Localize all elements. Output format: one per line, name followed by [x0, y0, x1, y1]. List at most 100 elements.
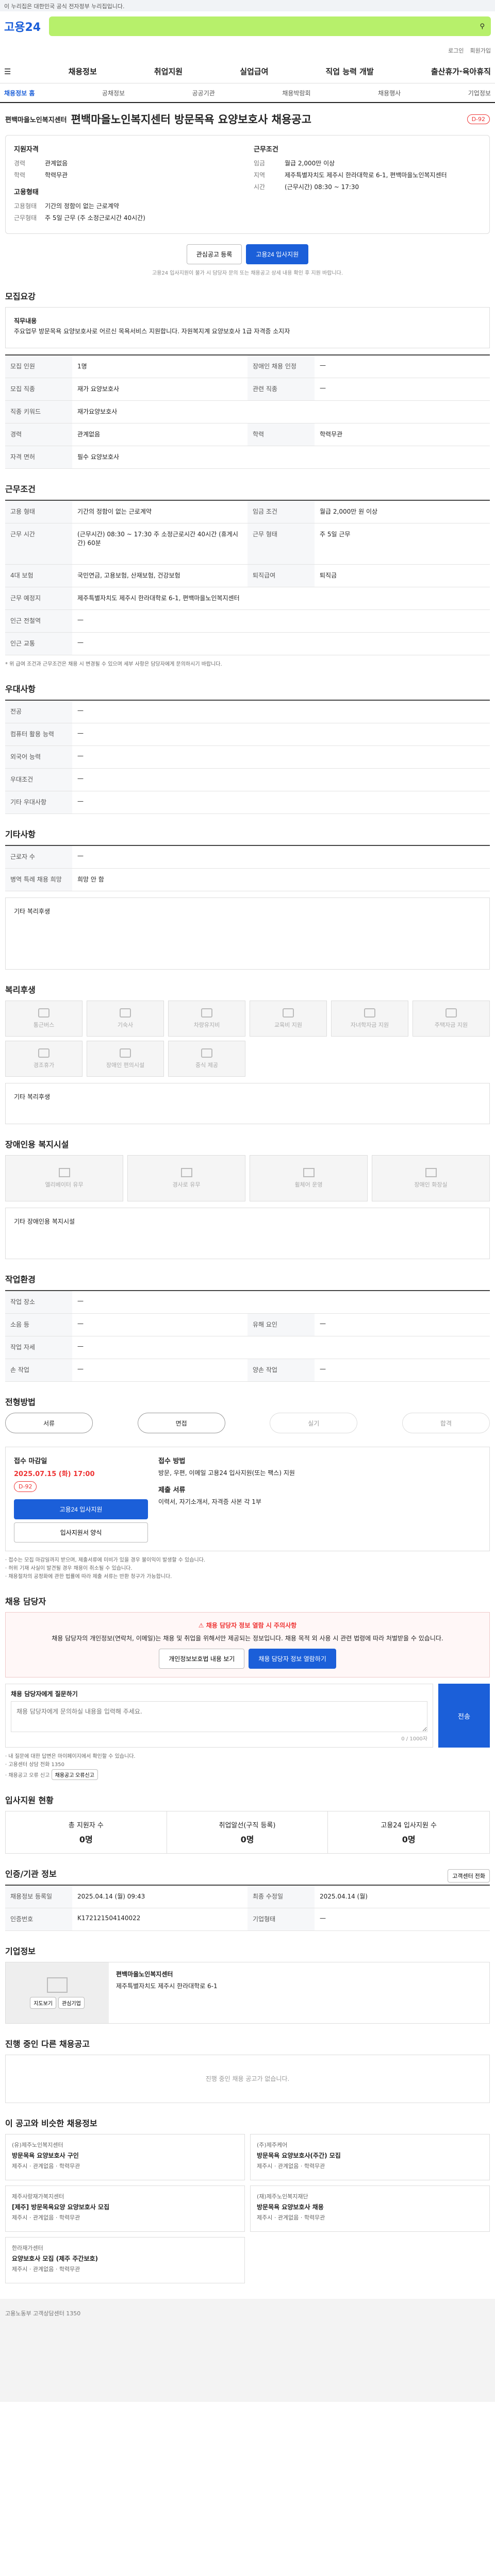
summary-heading: 근무조건 — [254, 146, 278, 154]
privacy-law-button[interactable]: 개인정보보호법 내용 보기 — [159, 1649, 245, 1669]
bus-icon — [38, 1008, 50, 1018]
disability-label: 휠체어 운영 — [294, 1181, 323, 1188]
view-manager-button[interactable]: 채용 담당자 정보 열람하기 — [249, 1649, 336, 1669]
search-icon[interactable]: ⚲ — [480, 23, 485, 30]
table-row: 인근 전철역 — — [5, 610, 490, 633]
gnb-item-unemployment[interactable]: 실업급여 — [240, 66, 268, 77]
company-name-text[interactable]: 편백마을노인복지센터 — [116, 1970, 482, 1978]
recommend-card[interactable]: 제주사랑재가복지센터 [제주] 방문목욕요양 요양보호사 모집 제주시 · 관계없음… — [5, 2185, 245, 2232]
gov-notice: 이 누리집은 대한민국 공식 전자정부 누리집입니다. — [0, 0, 495, 11]
condition-note: * 위 급여 조건과 근무조건은 채용 시 변경될 수 있으며 세부 사항은 담… — [5, 662, 222, 667]
apply-left: 접수 마감일 2025.07.15 (화) 17:00 D-92 고용24 입사… — [14, 1455, 148, 1543]
apply-button[interactable]: 고용24 입사지원 — [14, 1499, 148, 1519]
environment-table: 작업 장소 — 소음 등 — 유해 요인 — 작업 자세 — 손 작업 — 양손 작업 — — [5, 1290, 490, 1382]
disability-label: 엘리베이터 유무 — [45, 1181, 84, 1188]
gnb-item-jobs[interactable]: 채용정보 — [69, 66, 97, 77]
table-cell: — — [77, 1320, 84, 1327]
table-cell: — — [77, 852, 84, 859]
logo[interactable]: 고용24 — [4, 18, 41, 35]
condition-section: 근무조건 고용 형태 기간의 정함이 없는 근로계약 임금 조건 월급 2,000만 … — [5, 482, 490, 669]
table-cell: — — [77, 775, 84, 782]
recommend-section: 이 공고와 비슷한 채용정보 (유)제주노인복지센터 방문목욕 요양보호사 구인 제… — [5, 2116, 490, 2283]
table-header: 장애인 채용 인정 — [248, 355, 315, 378]
map-button[interactable]: 지도보기 — [30, 1996, 56, 2009]
welfare-item: 자녀학자금 지원 — [331, 1001, 408, 1037]
call-center-button[interactable]: 고객센터 전화 — [448, 1869, 490, 1883]
table-cell: — — [77, 1297, 84, 1304]
section-title: 기타사항 — [5, 829, 36, 839]
inquiry-notes: · 내 질문에 대한 답변은 마이페이지에서 확인할 수 있습니다. · 고용센… — [5, 1753, 490, 1780]
inquiry-textarea[interactable] — [11, 1701, 427, 1732]
subnav-item-event[interactable]: 채용행사 — [378, 89, 401, 97]
table-row: 4대 보험 국민연금, 고용보험, 산재보험, 건강보험 퇴직급여 퇴직금 — [5, 565, 490, 587]
subnav-item-fair[interactable]: 채용박람회 — [282, 89, 310, 97]
report-button[interactable]: 채용공고 오류신고 — [51, 1769, 98, 1780]
step-document: 서류 — [5, 1413, 93, 1433]
subnav-item-institution[interactable]: 공공기관 — [192, 89, 215, 97]
note-line: · 내 질문에 대한 답변은 마이페이지에서 확인할 수 있습니다. — [5, 1754, 136, 1759]
summary-key: 근무형태 — [14, 214, 37, 222]
section-title: 진행 중인 다른 채용공고 — [5, 2039, 90, 2049]
summary-value: 제주특별자치도 제주시 한라대학로 6-1, 편백마을노인복지센터 — [285, 172, 447, 179]
subnav-item-public[interactable]: 공채정보 — [102, 89, 125, 97]
send-button[interactable]: 전송 — [438, 1684, 490, 1748]
welfare-label: 통근버스 — [33, 1022, 55, 1028]
section-title: 작업환경 — [5, 1275, 36, 1284]
signup-link[interactable]: 회원가입 — [470, 46, 491, 55]
search-input[interactable] — [55, 22, 480, 30]
gnb-item-leave[interactable]: 출산휴가·육아휴직 — [431, 66, 491, 77]
stat-value: 0명 — [240, 1835, 254, 1844]
table-row: 병역 특례 채용 희망 희망 안 함 — [5, 869, 490, 891]
note-line: · 허위 기재 사실이 발견될 경우 채용이 취소될 수 있습니다. — [5, 1566, 133, 1571]
table-cell: — — [77, 707, 84, 714]
restroom-icon — [425, 1168, 437, 1177]
section-title: 모집요강 — [5, 292, 36, 301]
summary-value: 월급 2,000만 이상 — [285, 160, 335, 167]
recommend-meta: 제주시 · 관계없음 · 학력무관 — [257, 2214, 325, 2221]
meal-icon — [201, 1048, 212, 1058]
recommend-card[interactable]: (주)제주케어 방문목욕 요양보호사(주간) 모집 제주시 · 관계없음 · 학력무… — [250, 2134, 490, 2180]
table-row: 근로자 수 — — [5, 846, 490, 869]
etc-box: 기타 복리후생 — [5, 897, 490, 970]
recommend-card[interactable]: (유)제주노인복지센터 방문목욕 요양보호사 구인 제주시 · 관계없음 · 학력무… — [5, 2134, 245, 2180]
company-name[interactable]: 편백마을노인복지센터 — [5, 114, 67, 124]
gnb-item-training[interactable]: 직업 능력 개발 — [326, 66, 374, 77]
table-row: 근무 예정지 제주특별자치도 제주시 한라대학로 6-1, 편백마을노인복지센터 — [5, 587, 490, 610]
wheelchair-icon — [120, 1048, 131, 1058]
summary-heading: 고용형태 — [14, 189, 39, 196]
summary-value: 주 5일 근무 (주 소정근로시간 40시간) — [45, 214, 145, 222]
table-row: 모집 직종 재가 요양보호사 관련 직종 — — [5, 378, 490, 401]
preference-section: 우대사항 전공 — 컴퓨터 활용 능력 — 외국어 능력 — 우대조건 — 기타 우대사… — [5, 682, 490, 814]
form-download-button[interactable]: 입사지원서 양식 — [14, 1522, 148, 1543]
ramp-icon — [180, 1168, 192, 1177]
gnb-menu-icon[interactable]: ☰ — [4, 67, 11, 76]
company-address: 제주특별자치도 제주시 한라대학로 6-1 — [116, 1982, 218, 1990]
gnb-item-support[interactable]: 취업지원 — [154, 66, 183, 77]
section-title: 전형방법 — [5, 1397, 36, 1407]
table-cell: — — [320, 384, 326, 392]
apply-notes: · 접수는 모집 마감일까지 받으며, 제출서류에 미비가 있을 경우 불이익이… — [5, 1556, 490, 1581]
interest-button[interactable]: 관심공고 등록 — [186, 244, 242, 264]
table-header: 최종 수정일 — [248, 1886, 315, 1908]
elevator-icon — [58, 1168, 70, 1177]
section-title: 입사지원 현황 — [5, 1795, 54, 1805]
subnav-item-home[interactable]: 채용정보 홈 — [4, 89, 35, 97]
main-nav: ☰ 채용정보 취업지원 실업급여 직업 능력 개발 출산휴가·육아휴직 — [0, 60, 495, 83]
section-title: 이 공고와 비슷한 채용정보 — [5, 2119, 97, 2128]
recommend-card[interactable]: 한라재가센터 요양보호사 모집 (제주 주간보호) 제주시 · 관계없음 · 학력무… — [5, 2237, 245, 2283]
note-line: · 접수는 모집 마감일까지 받으며, 제출서류에 미비가 있을 경우 불이익이… — [5, 1557, 206, 1563]
table-row: 전공 — — [5, 701, 490, 723]
section-title: 채용 담당자 — [5, 1597, 46, 1606]
apply-button[interactable]: 고용24 입사지원 — [246, 244, 309, 264]
section-title: 복리후생 — [5, 985, 36, 995]
recommend-card[interactable]: (재)제주노인복지재단 방문목욕 요양보호사 채용 제주시 · 관계없음 · 학력무… — [250, 2185, 490, 2232]
summary-row: 학력 학력무관 — [14, 171, 241, 179]
favorite-company-button[interactable]: 관심기업 — [58, 1996, 85, 2009]
subnav-item-company[interactable]: 기업정보 — [468, 89, 491, 97]
table-row: 고용 형태 기간의 정함이 없는 근로계약 임금 조건 월급 2,000만 원 이상 — [5, 501, 490, 523]
table-row: 손 작업 — 양손 작업 — — [5, 1359, 490, 1382]
welfare-extra-box: 기타 복리후생 — [5, 1083, 490, 1124]
login-link[interactable]: 로그인 — [448, 46, 464, 55]
table-cell: — — [77, 1365, 84, 1372]
welfare-label: 차량유지비 — [193, 1022, 220, 1028]
